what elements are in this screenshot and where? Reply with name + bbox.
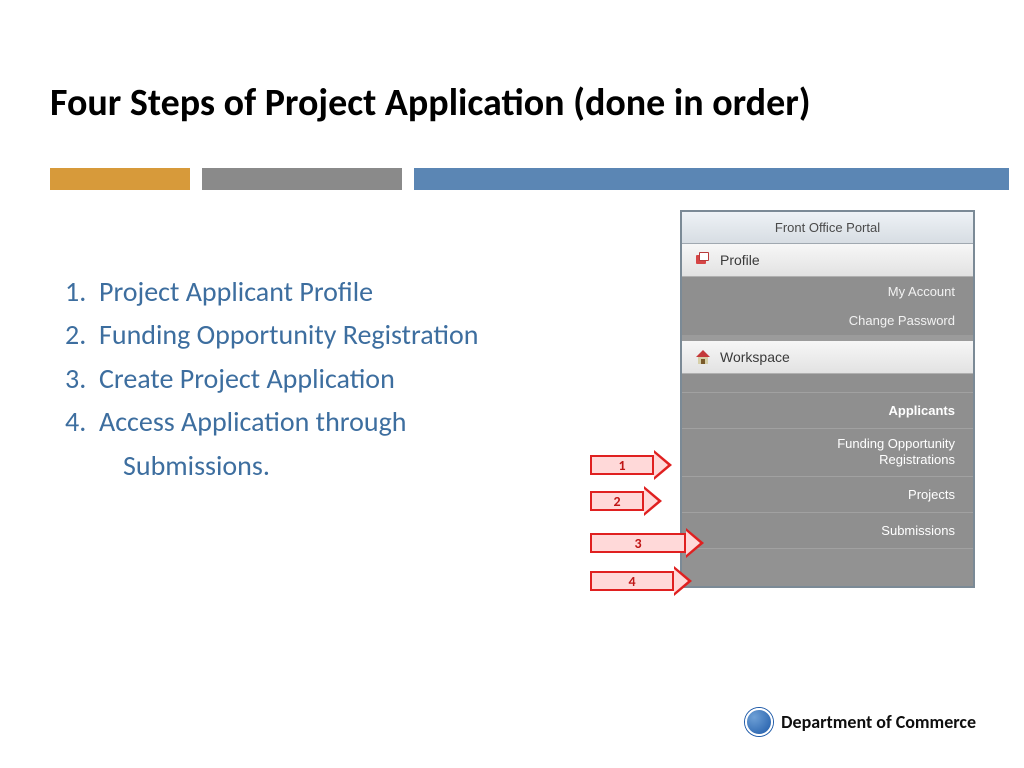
step-continuation: Submissions. <box>65 444 478 487</box>
portal-profile-row[interactable]: Profile <box>682 244 973 277</box>
portal-change-password[interactable]: Change Password <box>682 306 973 335</box>
accent-segment-orange <box>50 168 190 190</box>
slide-title: Four Steps of Project Application (done … <box>50 80 811 126</box>
step-text: Access Application through <box>99 404 406 439</box>
step-text: Project Applicant Profile <box>99 274 373 309</box>
footer-text: Department of Commerce <box>781 711 976 733</box>
steps-list: 1.Project Applicant Profile 2.Funding Op… <box>65 270 478 487</box>
step-item: 3.Create Project Application <box>65 357 478 400</box>
accent-segment-gray <box>202 168 402 190</box>
accent-bar <box>50 168 1010 190</box>
state-seal-icon <box>745 708 773 736</box>
portal-workspace-label: Workspace <box>720 349 790 365</box>
slide: Four Steps of Project Application (done … <box>0 0 1024 768</box>
portal-spacer <box>682 374 973 392</box>
footer: Department of Commerce <box>745 708 976 736</box>
portal-profile-label: Profile <box>720 252 760 268</box>
step-item: 4.Access Application through <box>65 400 478 443</box>
callout-arrow-3: 3 <box>590 531 740 555</box>
portal-workspace-row[interactable]: Workspace <box>682 341 973 374</box>
arrow-label: 2 <box>590 491 644 511</box>
callout-arrow-1: 1 <box>590 453 710 477</box>
step-text: Funding Opportunity Registration <box>99 317 478 352</box>
arrow-label: 3 <box>590 533 686 553</box>
profile-icon <box>694 252 712 268</box>
portal-projects[interactable]: Projects <box>682 476 973 512</box>
callout-arrow-4: 4 <box>590 569 730 593</box>
step-item: 2.Funding Opportunity Registration <box>65 313 478 356</box>
portal-header: Front Office Portal <box>682 212 973 244</box>
arrow-label: 1 <box>590 455 654 475</box>
portal-applicants[interactable]: Applicants <box>682 392 973 428</box>
portal-funding[interactable]: Funding OpportunityRegistrations <box>682 428 973 476</box>
house-icon <box>694 349 712 365</box>
arrow-label: 4 <box>590 571 674 591</box>
step-text: Create Project Application <box>99 361 395 396</box>
step-item: 1.Project Applicant Profile <box>65 270 478 313</box>
callout-arrow-2: 2 <box>590 489 700 513</box>
portal-my-account[interactable]: My Account <box>682 277 973 306</box>
accent-segment-blue <box>414 168 1009 190</box>
